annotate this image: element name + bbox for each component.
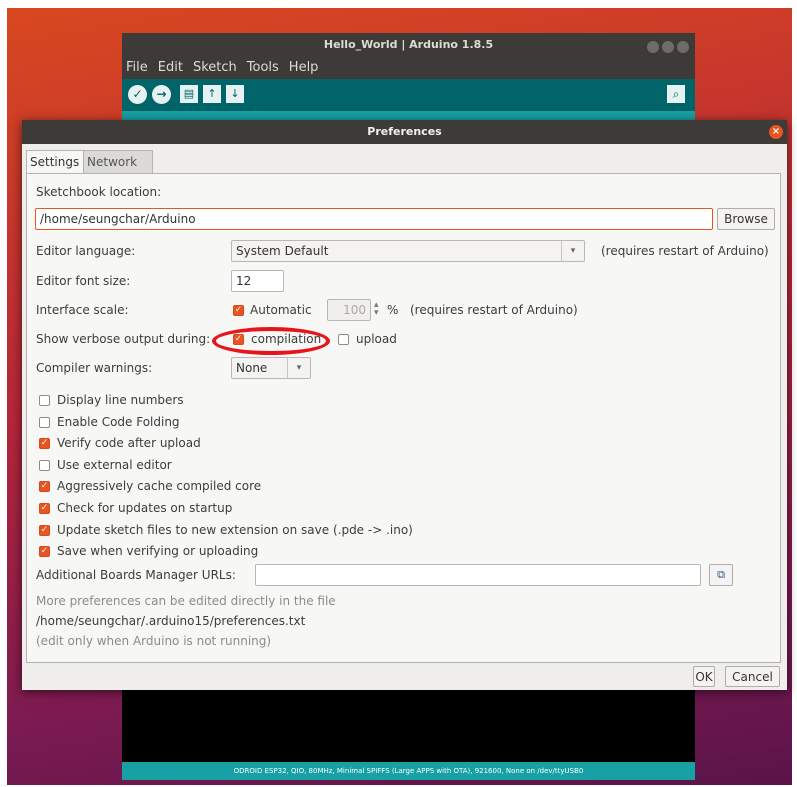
minimize-icon[interactable] <box>647 41 659 53</box>
sketchbook-input[interactable]: /home/seungchar/Arduino <box>35 208 713 230</box>
option-checkbox[interactable]: ✓ <box>39 438 50 450</box>
option-label: Verify code after upload <box>57 436 201 451</box>
editor-language-note: (requires restart of Arduino) <box>601 244 769 258</box>
ide-window-title: Hello_World | Arduino 1.8.5 <box>323 38 494 51</box>
option-checkbox[interactable] <box>39 416 50 428</box>
option-checkbox[interactable] <box>39 459 50 471</box>
ide-status-bar: ODROID ESP32, QIO, 80MHz, Minimal SPIFFS… <box>122 762 695 780</box>
save-icon[interactable]: ↓ <box>226 85 244 103</box>
editor-language-select[interactable]: System Default ▾ <box>231 240 585 262</box>
highlight-annotation <box>212 327 330 355</box>
option-label: Save when verifying or uploading <box>57 544 259 559</box>
ide-title-bar: Hello_World | Arduino 1.8.5 <box>122 33 695 57</box>
ide-console <box>122 688 695 762</box>
option-checkbox[interactable]: ✓ <box>39 481 50 493</box>
maximize-icon[interactable] <box>662 41 674 53</box>
menu-sketch[interactable]: Sketch <box>193 60 237 75</box>
ok-button[interactable]: OK <box>693 666 715 687</box>
dialog-button-bar: OK Cancel <box>22 661 787 690</box>
tab-settings[interactable]: Settings <box>26 150 86 174</box>
ide-menu-bar: File Edit Sketch Tools Help <box>122 57 695 79</box>
dialog-title-bar: Preferences × <box>22 120 787 144</box>
chevron-down-icon: ▾ <box>287 358 310 378</box>
editor-language-label: Editor language: <box>36 244 136 258</box>
cancel-button[interactable]: Cancel <box>725 666 780 687</box>
boards-urls-label: Additional Boards Manager URLs: <box>36 568 236 582</box>
option-label: Aggressively cache compiled core <box>57 479 262 494</box>
warnings-value: None <box>236 361 268 375</box>
edit-note: (edit only when Arduino is not running) <box>36 634 272 648</box>
warnings-select[interactable]: None ▾ <box>231 357 311 379</box>
tab-network[interactable]: Network <box>83 150 153 173</box>
font-size-input[interactable]: 12 <box>231 270 284 292</box>
option-label: Check for updates on startup <box>57 501 233 515</box>
option-checkbox[interactable] <box>39 395 50 406</box>
option-checkbox[interactable]: ✓ <box>39 524 50 536</box>
option-label: Update sketch files to new extension on … <box>57 522 413 537</box>
option-label: Use external editor <box>57 457 172 472</box>
serial-monitor-icon[interactable]: ⌕ <box>667 85 685 103</box>
open-icon[interactable]: ↑ <box>203 85 221 103</box>
option-checkbox[interactable]: ✓ <box>39 546 50 558</box>
verbose-label: Show verbose output during: <box>36 332 211 346</box>
menu-edit[interactable]: Edit <box>158 60 183 75</box>
sketchbook-label: Sketchbook location: <box>36 185 162 199</box>
interface-scale-label: Interface scale: <box>36 303 129 317</box>
verify-icon[interactable]: ✓ <box>128 85 147 104</box>
verbose-upload-label: upload <box>356 332 397 346</box>
interface-scale-auto-label: Automatic <box>250 303 312 317</box>
editor-language-value: System Default <box>236 244 329 258</box>
menu-tools[interactable]: Tools <box>247 60 279 75</box>
more-prefs-text: More preferences can be edited directly … <box>36 594 336 608</box>
interface-scale-input[interactable]: 100 <box>327 299 371 321</box>
menu-help[interactable]: Help <box>289 60 319 75</box>
dialog-title: Preferences <box>367 125 442 138</box>
verbose-upload-checkbox[interactable] <box>338 334 349 345</box>
option-label: Display line numbers <box>57 393 184 407</box>
ide-toolbar: ✓ → ▤ ↑ ↓ ⌕ <box>122 79 695 111</box>
interface-scale-unit: % <box>387 303 399 317</box>
menu-file[interactable]: File <box>126 60 148 75</box>
boards-urls-input[interactable] <box>255 564 701 586</box>
interface-scale-note: (requires restart of Arduino) <box>410 303 578 317</box>
settings-panel: Sketchbook location: /home/seungchar/Ard… <box>26 173 781 663</box>
spinner-icon[interactable]: ▴ ▾ <box>374 301 379 318</box>
browse-button[interactable]: Browse <box>717 208 775 230</box>
option-checkbox[interactable]: ✓ <box>39 503 50 514</box>
upload-icon[interactable]: → <box>152 85 171 104</box>
close-icon[interactable] <box>677 41 689 53</box>
preferences-dialog: Preferences × Settings Network Sketchboo… <box>22 120 787 690</box>
interface-scale-auto-checkbox[interactable]: ✓ <box>233 305 244 316</box>
warnings-label: Compiler warnings: <box>36 361 153 375</box>
option-label: Enable Code Folding <box>57 414 180 429</box>
preferences-path: /home/seungchar/.arduino15/preferences.t… <box>36 614 306 628</box>
edit-urls-icon[interactable]: ⧉ <box>709 564 733 586</box>
chevron-down-icon: ▾ <box>561 241 584 261</box>
font-size-label: Editor font size: <box>36 274 131 288</box>
new-icon[interactable]: ▤ <box>180 85 198 103</box>
close-icon[interactable]: × <box>769 125 783 139</box>
